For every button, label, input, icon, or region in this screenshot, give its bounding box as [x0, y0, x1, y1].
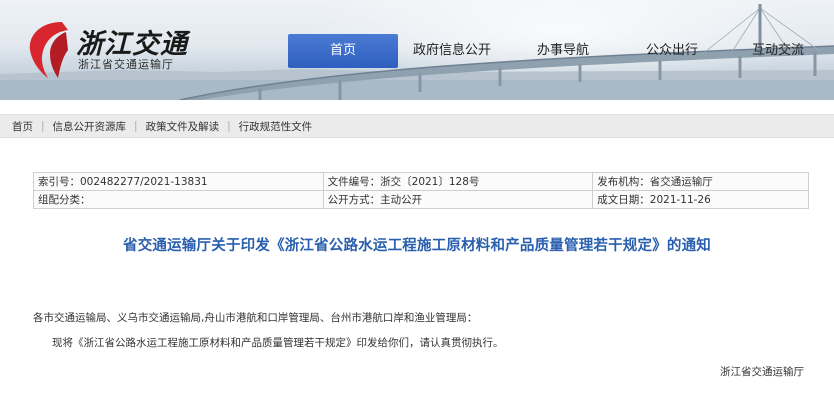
meta-row: 组配分类： 公开方式：主动公开 成文日期：2021-11-26	[33, 190, 809, 209]
site-header: 浙江交通 浙江省交通运输厅 首页 政府信息公开 办事导航 公众出行 互动交流	[0, 0, 834, 100]
nav-item-public-travel[interactable]: 公众出行	[620, 34, 724, 68]
red-swoosh-logo-icon	[29, 22, 68, 78]
document-meta-table: 索引号：002482277/2021-13831 文件编号：浙交〔2021〕12…	[33, 172, 809, 209]
meta-category: 组配分类：	[33, 190, 324, 209]
nav-item-interaction[interactable]: 互动交流	[724, 34, 832, 68]
document-body: 现将《浙江省公路水运工程施工原材料和产品质量管理若干规定》印发给你们，请认真贯彻…	[52, 337, 504, 349]
meta-row: 索引号：002482277/2021-13831 文件编号：浙交〔2021〕12…	[33, 172, 809, 191]
breadcrumb-separator: |	[227, 120, 231, 132]
meta-publisher: 发布机构：省交通运输厅	[592, 172, 809, 191]
breadcrumb-separator: |	[134, 120, 138, 132]
logo-subtitle: 浙江省交通运输厅	[78, 58, 174, 71]
breadcrumb-info-library[interactable]: 信息公开资源库	[53, 119, 127, 134]
breadcrumb: 首页 | 信息公开资源库 | 政策文件及解读 | 行政规范性文件	[0, 114, 834, 138]
breadcrumb-normative-docs[interactable]: 行政规范性文件	[239, 119, 313, 134]
nav-item-home[interactable]: 首页	[288, 34, 398, 68]
meta-index-no: 索引号：002482277/2021-13831	[33, 172, 324, 191]
breadcrumb-separator: |	[41, 120, 45, 132]
meta-doc-no: 文件编号：浙交〔2021〕128号	[322, 172, 594, 191]
nav-item-services[interactable]: 办事导航	[506, 34, 620, 68]
breadcrumb-policy-docs[interactable]: 政策文件及解读	[146, 119, 220, 134]
meta-date: 成文日期：2021-11-26	[592, 190, 809, 209]
nav-item-gov-info[interactable]: 政府信息公开	[398, 34, 506, 68]
document-title: 省交通运输厅关于印发《浙江省公路水运工程施工原材料和产品质量管理若干规定》的通知	[123, 238, 711, 254]
main-nav: 首页 政府信息公开 办事导航 公众出行 互动交流	[288, 34, 832, 68]
document-recipients: 各市交通运输局、义乌市交通运输局,舟山市港航和口岸管理局、台州市港航口岸和渔业管…	[33, 312, 478, 324]
document-signature: 浙江省交通运输厅	[720, 366, 804, 378]
meta-disclosure: 公开方式：主动公开	[322, 190, 594, 209]
breadcrumb-home[interactable]: 首页	[12, 119, 33, 134]
